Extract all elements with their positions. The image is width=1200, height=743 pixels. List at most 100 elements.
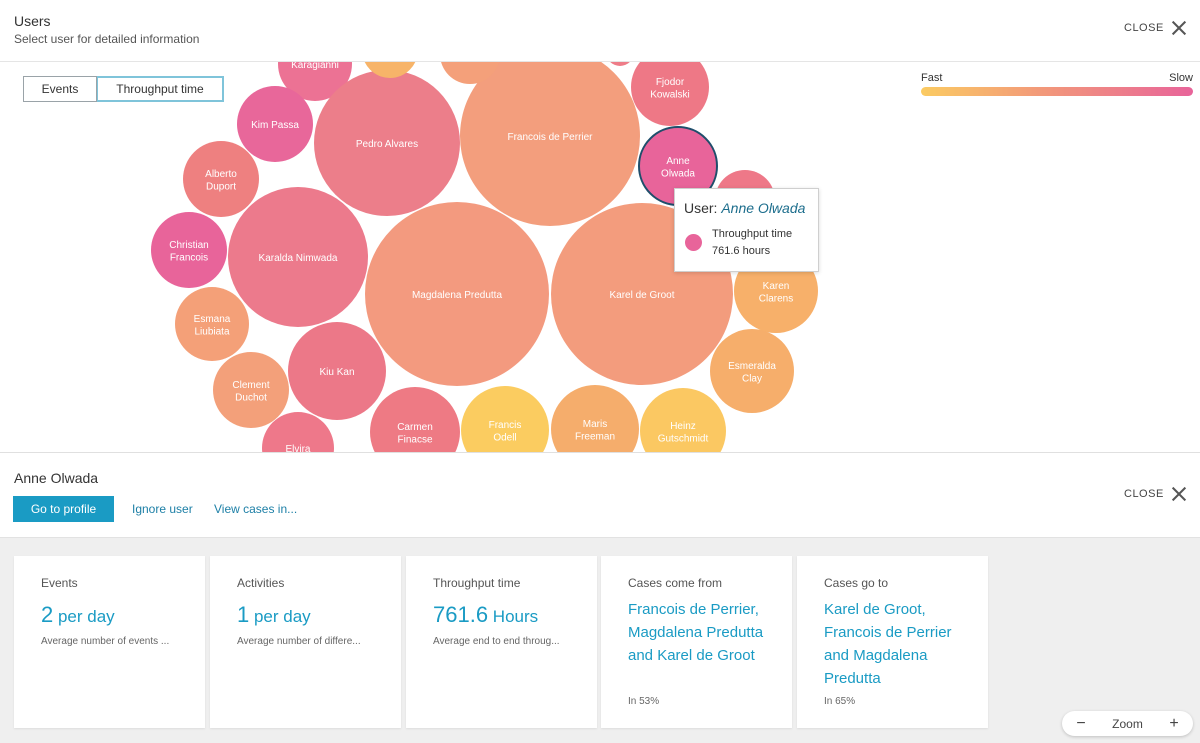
bubble-label: Gutschmidt [658, 433, 709, 444]
close-icon [1172, 487, 1186, 501]
card-description: Average number of events ... [41, 636, 170, 647]
tooltip-metric-label: Throughput time [712, 228, 793, 240]
bubble-maris-freeman[interactable]: MarisFreeman [551, 385, 639, 453]
zoom-in-button[interactable]: + [1167, 715, 1181, 733]
zoom-out-button[interactable]: − [1074, 715, 1088, 733]
zoom-control: − Zoom + [1062, 711, 1193, 736]
bubble-label: Kowalski [650, 89, 689, 100]
bubble-esmeralda-clay[interactable]: EsmeraldaClay [710, 329, 794, 413]
card-percentage: In 65% [824, 696, 856, 707]
card-throughput-time: Throughput time 761.6 Hours Average end … [406, 556, 597, 728]
bubble-label: Francis [489, 420, 522, 431]
zoom-label: Zoom [1112, 716, 1143, 731]
bubble-circle[interactable] [460, 62, 640, 226]
selected-user-name: Anne Olwada [14, 470, 99, 486]
bubble-label: Olwada [661, 168, 695, 179]
bubble-label: Christian [169, 240, 208, 251]
bubble-label: Alberto [205, 169, 237, 180]
card-label: Throughput time [433, 576, 521, 590]
bubble-esmana-liubiata[interactable]: EsmanaLiubiata [175, 287, 249, 361]
bubble-label: Francois de Perrier [507, 132, 593, 143]
card-events: Events 2 per day Average number of event… [14, 556, 205, 728]
bubble-label: Liubiata [194, 326, 229, 337]
go-to-profile-button[interactable]: Go to profile [13, 496, 114, 522]
bubble-label: Karel de Groot [609, 290, 674, 301]
bubble-label: Kim Passa [251, 120, 299, 131]
bubble-label: Karagianni [291, 62, 339, 71]
bubble-kiu-kan[interactable]: Kiu Kan [288, 322, 386, 420]
metric-toggle: Events Throughput time [23, 76, 224, 102]
legend-slow-label: Slow [1169, 72, 1193, 84]
card-value: 1 per day [237, 602, 311, 627]
bubble-label: Finacse [397, 434, 432, 445]
bubble-karalda-nimwada[interactable]: Karalda Nimwada [228, 187, 368, 327]
bubble-francis-odell[interactable]: FrancisOdell [461, 386, 549, 453]
bubble-label: Karalda Nimwada [259, 253, 338, 264]
bubble-magdalena-predutta[interactable]: Magdalena Predutta [365, 202, 549, 386]
bubble-clement-duchot[interactable]: ClementDuchot [213, 352, 289, 428]
card-user-names[interactable]: Karel de Groot, Francois de Perrier and … [824, 598, 974, 690]
bubble-label: Maris [583, 419, 607, 430]
bubble-label: Freeman [575, 431, 615, 442]
page-title: Users [14, 13, 51, 29]
tooltip-header: User: Anne Olwada [684, 200, 805, 216]
bubble-label: Esmana [194, 314, 231, 325]
ignore-user-link[interactable]: Ignore user [132, 502, 193, 516]
card-user-names[interactable]: Francois de Perrier, Magdalena Predutta … [628, 598, 778, 667]
close-panel-button[interactable]: CLOSE [1124, 21, 1186, 35]
bubble-label: Elvira [285, 444, 310, 453]
bubble-label: Clay [742, 373, 762, 384]
bubble-label: Karen [763, 281, 790, 292]
card-value: 761.6 Hours [433, 602, 539, 627]
toggle-events[interactable]: Events [23, 76, 97, 102]
bubble-christian-francois[interactable]: ChristianFrancois [151, 212, 227, 288]
bubble-label: Odell [493, 432, 516, 443]
bubble-pedro-alvares[interactable]: Pedro Alvares [314, 70, 460, 216]
tooltip-color-dot [685, 234, 702, 251]
bubble-label: Fjodor [656, 77, 685, 88]
page-subtitle: Select user for detailed information [14, 32, 200, 46]
bubble-label: Francois [170, 252, 208, 263]
bubble-label: Clarens [759, 293, 793, 304]
close-label: CLOSE [1124, 488, 1164, 500]
panel-header: Users Select user for detailed informati… [0, 0, 1200, 62]
tooltip-metric-value: 761.6 hours [712, 245, 771, 257]
bubble-label: Duport [206, 181, 236, 192]
card-value: 2 per day [41, 602, 115, 627]
bubble-kim-passa[interactable]: Kim Passa [237, 86, 313, 162]
card-label: Cases go to [824, 576, 889, 590]
bubble-heinz-gutschmidt[interactable]: HeinzGutschmidt [640, 388, 726, 453]
bubble-label: Pedro Alvares [356, 139, 418, 150]
card-description: Average end to end throug... [433, 636, 560, 647]
bubble-francois-de-perrier[interactable]: Francois de Perrier [460, 62, 640, 226]
bubble-label: Carmen [397, 422, 433, 433]
card-cases-come-from: Cases come from Francois de Perrier, Mag… [601, 556, 792, 728]
user-tooltip: User: Anne Olwada Throughput time 761.6 … [674, 188, 819, 272]
bubble-chart: KaragianniKim PassaAlbertoDuportChristia… [151, 62, 818, 453]
close-icon [1172, 21, 1186, 35]
card-activities: Activities 1 per day Average number of d… [210, 556, 401, 728]
bubble-fjodor-kowalski[interactable]: FjodorKowalski [631, 62, 709, 126]
bubble-label: Heinz [670, 421, 696, 432]
bubble-alberto-duport[interactable]: AlbertoDuport [183, 141, 259, 217]
card-description: Average number of differe... [237, 636, 361, 647]
tooltip-metric: Throughput time 761.6 hours [712, 226, 792, 260]
bubble-label: Magdalena Predutta [412, 290, 503, 301]
bubble-label: Kiu Kan [319, 367, 354, 378]
close-detail-button[interactable]: CLOSE [1124, 487, 1186, 501]
close-label: CLOSE [1124, 22, 1164, 34]
speed-legend: Fast Slow [921, 72, 1193, 96]
bubble-circle[interactable] [606, 62, 634, 66]
bubble-label: Duchot [235, 392, 267, 403]
card-label: Activities [237, 576, 285, 590]
bubble-chart-area: Karagianni Kim Passa Alberto Duport Christia… [0, 62, 1200, 453]
stats-cards: Events 2 per day Average number of event… [0, 538, 1200, 743]
bubble-carmen-finacse[interactable]: CarmenFinacse [370, 387, 460, 453]
legend-gradient-bar [921, 87, 1193, 96]
tooltip-user: Anne Olwada [721, 200, 806, 216]
legend-fast-label: Fast [921, 72, 943, 84]
bubble-label: Clement [232, 380, 269, 391]
bubble-unnamed-24[interactable] [606, 62, 634, 66]
view-cases-link[interactable]: View cases in... [214, 502, 297, 516]
toggle-throughput-time[interactable]: Throughput time [97, 76, 224, 102]
